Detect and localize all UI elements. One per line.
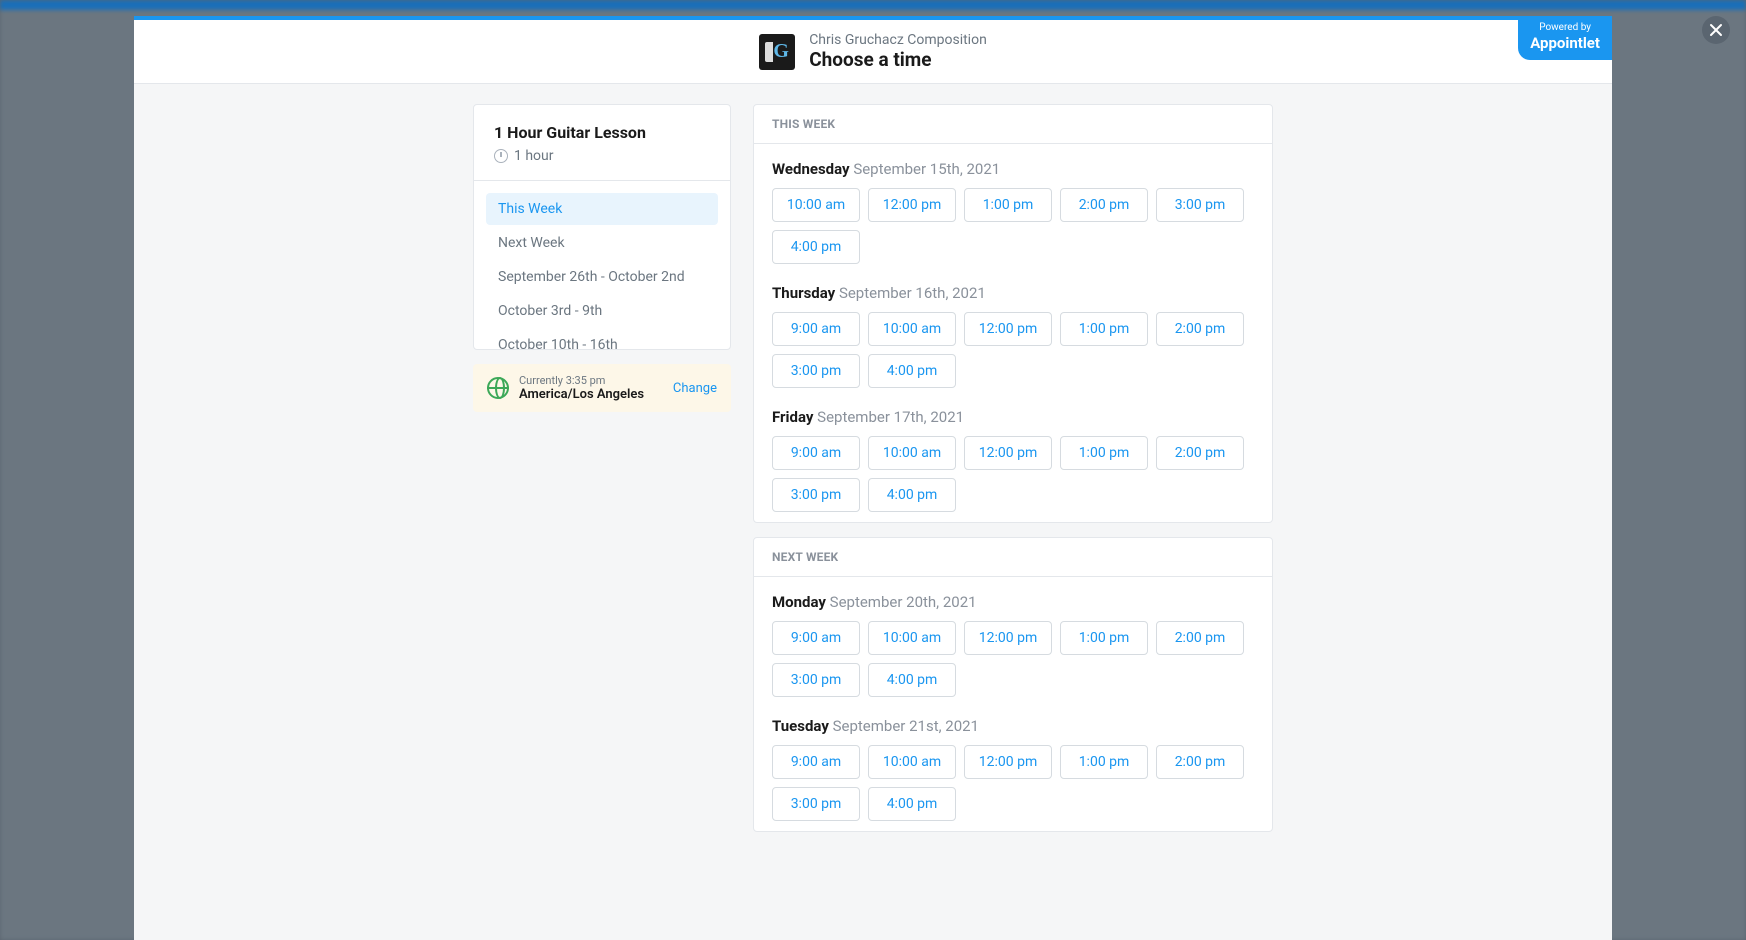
change-timezone-link[interactable]: Change	[673, 381, 717, 396]
time-slot[interactable]: 2:00 pm	[1060, 188, 1148, 222]
day-name: Monday	[772, 593, 830, 611]
day-name: Tuesday	[772, 717, 833, 735]
time-slot-row: 9:00 am10:00 am12:00 pm1:00 pm2:00 pm 3:0…	[772, 312, 1254, 388]
day-label: Monday September 20th, 2021	[772, 593, 1254, 611]
time-slot[interactable]: 10:00 am	[868, 436, 956, 470]
time-slot[interactable]: 1:00 pm	[1060, 745, 1148, 779]
lesson-duration: 1 hour	[514, 148, 554, 164]
week-navigation-list[interactable]: This WeekNext WeekSeptember 26th - Octob…	[474, 181, 730, 349]
day-date: September 15th, 2021	[853, 160, 1000, 178]
time-slot[interactable]: 3:00 pm	[772, 787, 860, 821]
time-slot[interactable]: 2:00 pm	[1156, 745, 1244, 779]
week-section: NEXT WEEK Monday September 20th, 2021 9:00…	[753, 537, 1273, 832]
powered-by-badge[interactable]: Powered by Appointlet	[1518, 16, 1612, 60]
time-slot[interactable]: 3:00 pm	[772, 478, 860, 512]
time-slot[interactable]: 9:00 am	[772, 436, 860, 470]
brand-name: Appointlet	[1530, 34, 1600, 52]
time-slot[interactable]: 2:00 pm	[1156, 621, 1244, 655]
time-slot[interactable]: 3:00 pm	[1156, 188, 1244, 222]
time-slot[interactable]: 12:00 pm	[964, 436, 1052, 470]
day-name: Wednesday	[772, 160, 853, 178]
page-title: Choose a time	[809, 48, 987, 71]
day-block: Monday September 20th, 2021 9:00 am10:00 …	[754, 577, 1272, 707]
time-slot[interactable]: 3:00 pm	[772, 663, 860, 697]
day-block: Tuesday September 21st, 2021 9:00 am10:00…	[754, 707, 1272, 831]
timezone-bar: Currently 3:35 pm America/Los Angeles Ch…	[473, 364, 731, 412]
day-label: Tuesday September 21st, 2021	[772, 717, 1254, 735]
time-slot-row: 9:00 am10:00 am12:00 pm1:00 pm2:00 pm 3:0…	[772, 621, 1254, 697]
time-slot-column: THIS WEEK Wednesday September 15th, 2021 1…	[753, 104, 1273, 920]
time-slot[interactable]: 9:00 am	[772, 621, 860, 655]
lesson-title: 1 Hour Guitar Lesson	[494, 123, 710, 142]
globe-icon	[487, 377, 509, 399]
week-section-title: NEXT WEEK	[754, 538, 1272, 577]
close-button[interactable]	[1702, 16, 1730, 44]
day-date: September 16th, 2021	[839, 284, 986, 302]
time-slot[interactable]: 12:00 pm	[964, 312, 1052, 346]
modal-body[interactable]: 1 Hour Guitar Lesson 1 hour This WeekNex…	[134, 84, 1612, 940]
provider-logo: G	[759, 34, 795, 70]
time-slot[interactable]: 10:00 am	[868, 621, 956, 655]
provider-name: Chris Gruchacz Composition	[809, 32, 987, 48]
time-slot[interactable]: 12:00 pm	[964, 745, 1052, 779]
time-slot[interactable]: 12:00 pm	[964, 621, 1052, 655]
day-date: September 17th, 2021	[817, 408, 964, 426]
powered-label: Powered by	[1530, 22, 1600, 34]
day-block: Wednesday September 15th, 2021 10:00 am12…	[754, 144, 1272, 274]
time-slot[interactable]: 9:00 am	[772, 312, 860, 346]
day-name: Thursday	[772, 284, 839, 302]
booking-modal: G Chris Gruchacz Composition Choose a ti…	[134, 16, 1612, 940]
time-slot[interactable]: 10:00 am	[772, 188, 860, 222]
modal-header: G Chris Gruchacz Composition Choose a ti…	[134, 20, 1612, 84]
time-slot[interactable]: 2:00 pm	[1156, 436, 1244, 470]
day-date: September 20th, 2021	[830, 593, 977, 611]
time-slot[interactable]: 4:00 pm	[868, 478, 956, 512]
time-slot[interactable]: 12:00 pm	[868, 188, 956, 222]
time-slot[interactable]: 1:00 pm	[1060, 621, 1148, 655]
day-label: Thursday September 16th, 2021	[772, 284, 1254, 302]
day-label: Wednesday September 15th, 2021	[772, 160, 1254, 178]
clock-icon	[494, 149, 508, 163]
time-slot[interactable]: 10:00 am	[868, 745, 956, 779]
week-section-title: THIS WEEK	[754, 105, 1272, 144]
week-nav-item[interactable]: October 3rd - 9th	[486, 295, 718, 327]
time-slot[interactable]: 3:00 pm	[772, 354, 860, 388]
time-slot[interactable]: 4:00 pm	[868, 663, 956, 697]
week-nav-item[interactable]: Next Week	[486, 227, 718, 259]
day-block: Thursday September 16th, 2021 9:00 am10:0…	[754, 274, 1272, 398]
time-slot[interactable]: 4:00 pm	[868, 787, 956, 821]
week-nav-item[interactable]: September 26th - October 2nd	[486, 261, 718, 293]
time-slot[interactable]: 1:00 pm	[1060, 312, 1148, 346]
time-slot[interactable]: 10:00 am	[868, 312, 956, 346]
time-slot-row: 10:00 am12:00 pm1:00 pm2:00 pm3:00 pm 4:0…	[772, 188, 1254, 264]
day-label: Friday September 17th, 2021	[772, 408, 1254, 426]
time-slot-row: 9:00 am10:00 am12:00 pm1:00 pm2:00 pm 3:0…	[772, 436, 1254, 512]
time-slot[interactable]: 4:00 pm	[868, 354, 956, 388]
time-slot[interactable]: 1:00 pm	[1060, 436, 1148, 470]
time-slot[interactable]: 1:00 pm	[964, 188, 1052, 222]
week-nav-item[interactable]: This Week	[486, 193, 718, 225]
time-slot[interactable]: 2:00 pm	[1156, 312, 1244, 346]
day-name: Friday	[772, 408, 817, 426]
day-date: September 21st, 2021	[833, 717, 979, 735]
day-block: Friday September 17th, 2021 9:00 am10:00 …	[754, 398, 1272, 522]
week-section: THIS WEEK Wednesday September 15th, 2021 1…	[753, 104, 1273, 523]
timezone-name: America/Los Angeles	[519, 387, 663, 402]
current-time-label: Currently 3:35 pm	[519, 374, 663, 387]
time-slot[interactable]: 4:00 pm	[772, 230, 860, 264]
week-nav-item[interactable]: October 10th - 16th	[486, 329, 718, 349]
time-slot[interactable]: 9:00 am	[772, 745, 860, 779]
time-slot-row: 9:00 am10:00 am12:00 pm1:00 pm2:00 pm 3:0…	[772, 745, 1254, 821]
sidebar: 1 Hour Guitar Lesson 1 hour This WeekNex…	[473, 104, 731, 920]
